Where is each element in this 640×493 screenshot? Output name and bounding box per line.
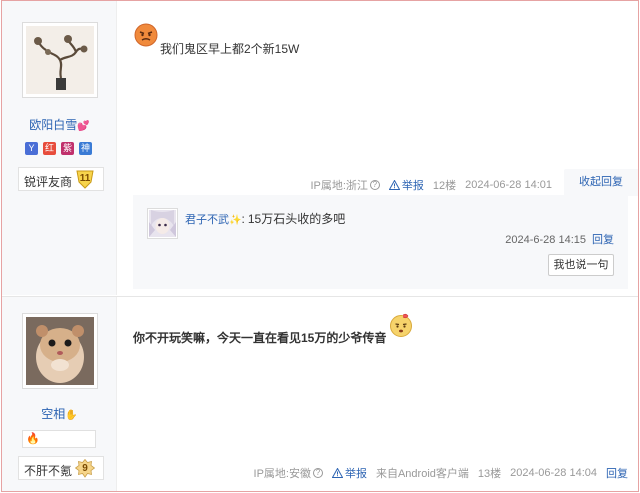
hamster-avatar-image [26,317,94,385]
level-box[interactable]: 不肝不氪 9 [18,456,104,480]
badge-red-icon[interactable]: 红 [43,142,56,155]
badge-y-icon[interactable]: Y [25,142,38,155]
angry-face-icon [134,23,158,47]
heart-icon: 💕 [77,121,90,132]
bonsai-avatar-image [26,26,94,94]
help-icon[interactable]: ? [369,180,380,190]
level-number: 11 [79,173,91,184]
report-link[interactable]: 举报 [388,177,424,193]
post-13: 空相✋ 🔥 不肝不氪 9 你不开玩笑嘛，今天一直在看见15万的少爷传音 IP属地… [2,296,638,491]
post-time: 2024-06-28 14:01 [465,179,552,191]
avatar[interactable] [22,313,98,389]
post-tail: IP属地:安徽 ? 举报 来自Android客户端 13楼 2024-06-28… [254,465,628,481]
avatar[interactable] [22,22,98,98]
confused-face-icon [390,313,412,337]
floor-number: 13楼 [477,468,502,480]
reply-username[interactable]: 君子不武 [185,214,229,226]
warning-icon [331,468,343,478]
fire-icon: 🔥 [26,433,40,445]
username-link[interactable]: 欧阳白雪💕 [2,116,117,133]
anime-avatar-image [149,210,176,237]
reply-time: 2024-6-28 14:15 [505,234,586,246]
username-text: 欧阳白雪 [29,118,78,132]
level-title: 锐评友商 [24,175,73,189]
author-panel: 空相✋ 🔥 不肝不氪 9 [2,297,117,491]
warning-icon [388,180,400,190]
post-body-text: 你不开玩笑嘛，今天一直在看见15万的少爷传音 [133,331,387,345]
reply-text: 15万石头收的多吧 [247,212,346,226]
floor-number: 12楼 [432,180,457,192]
report-link[interactable]: 举报 [331,465,367,481]
level-badge-icon: 9 [74,458,96,478]
report-label: 举报 [344,468,367,480]
report-label: 举报 [401,180,424,192]
sub-reply-panel: 君子不武✨: 15万石头收的多吧 2024-6-28 14:15 回复 我也说一句 [133,195,628,289]
decoration-box: 🔥 [22,430,96,448]
reply-button[interactable]: 回复 [606,465,628,481]
reply-meta: 2024-6-28 14:15 回复 [505,231,614,247]
author-panel: 欧阳白雪💕 Y 红 紫 神 锐评友商 11 [2,1,117,295]
level-title: 不肝不氪 [24,464,73,478]
badge-purple-icon[interactable]: 紫 [61,142,74,155]
reply-button[interactable]: 回复 [592,234,614,246]
hand-icon: ✋ [65,410,78,421]
post-12: 欧阳白雪💕 Y 红 紫 神 锐评友商 11 我们鬼区早上都2个新15W IP属地… [2,1,638,295]
post-tail: IP属地:浙江 ? 举报 12楼 2024-06-28 14:01 [310,177,552,193]
client-source: 来自Android客户端 [375,468,469,480]
post-content: 你不开玩笑嘛，今天一直在看见15万的少爷传音 IP属地:安徽 ? 举报 来自An… [132,297,638,491]
username-link[interactable]: 空相✋ [2,405,117,422]
username-text: 空相 [41,407,66,421]
badge-god-icon[interactable]: 神 [79,142,92,155]
level-number: 9 [82,463,88,474]
sub-reply-line: 君子不武✨: 15万石头收的多吧 [185,210,345,227]
level-badge-icon: 11 [75,170,95,189]
ip-location: IP属地:安徽 [253,468,311,480]
level-box[interactable]: 锐评友商 11 [18,167,104,191]
reply-colon: : [241,212,245,226]
post-body-text: 我们鬼区早上都2个新15W [160,42,300,56]
say-something-button[interactable]: 我也说一句 [548,254,614,276]
post-time: 2024-06-28 14:04 [510,467,597,479]
help-icon[interactable]: ? [312,468,323,478]
reply-avatar[interactable] [147,208,178,239]
sparkle-icon: ✨ [229,215,242,226]
badge-row: Y 红 紫 神 [25,142,92,155]
collapse-replies-button[interactable]: 收起回复 [564,169,638,196]
ip-location: IP属地:浙江 [310,180,368,192]
